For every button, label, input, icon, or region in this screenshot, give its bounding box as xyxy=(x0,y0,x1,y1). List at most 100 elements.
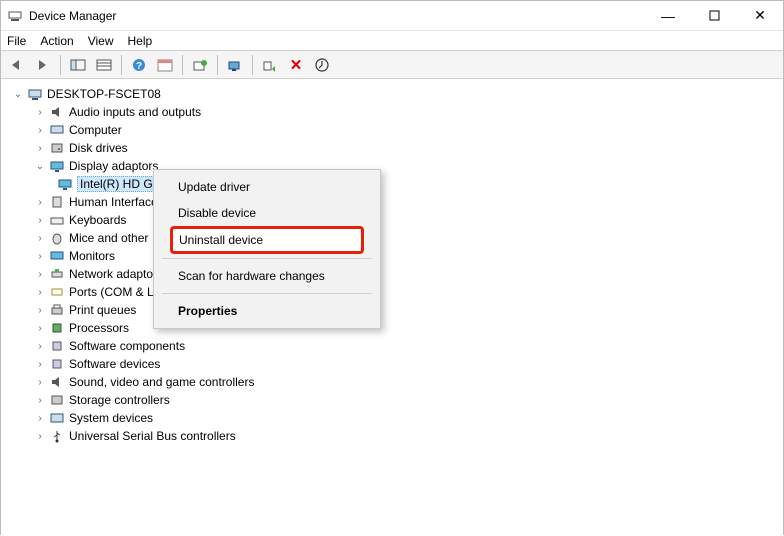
toolbar-separator xyxy=(217,55,218,75)
action-button[interactable] xyxy=(310,54,334,76)
maximize-button[interactable] xyxy=(691,1,737,31)
chevron-right-icon[interactable]: › xyxy=(33,141,47,155)
close-button[interactable]: ✕ xyxy=(737,1,783,31)
disable-device-button[interactable] xyxy=(258,54,282,76)
chevron-right-icon[interactable]: › xyxy=(33,285,47,299)
tree-item-software-components[interactable]: › Software components xyxy=(5,337,783,355)
tree-item-monitors[interactable]: › Monitors xyxy=(5,247,783,265)
tree-item-system-devices[interactable]: › System devices xyxy=(5,409,783,427)
back-button[interactable] xyxy=(5,54,29,76)
tree-item-label: Monitors xyxy=(69,249,115,263)
menu-bar: File Action View Help xyxy=(1,31,783,51)
tree-item-mice[interactable]: › Mice and other xyxy=(5,229,783,247)
ctx-properties[interactable]: Properties xyxy=(156,298,378,324)
tree-item-label: Sound, video and game controllers xyxy=(69,375,254,389)
component-icon xyxy=(49,356,65,372)
update-driver-button[interactable] xyxy=(223,54,247,76)
menu-help[interactable]: Help xyxy=(128,34,153,48)
tree-item-label: System devices xyxy=(69,411,153,425)
tree-item-label: Mice and other xyxy=(69,231,148,245)
monitor-icon xyxy=(57,176,73,192)
chevron-right-icon[interactable]: › xyxy=(33,195,47,209)
tree-item-label: Audio inputs and outputs xyxy=(69,105,201,119)
tree-item-network[interactable]: › Network adapto xyxy=(5,265,783,283)
chevron-right-icon[interactable]: › xyxy=(33,411,47,425)
tree-item-disk-drives[interactable]: › Disk drives xyxy=(5,139,783,157)
tree-item-label: Human Interface xyxy=(69,195,158,209)
ctx-update-driver[interactable]: Update driver xyxy=(156,174,378,200)
chevron-right-icon[interactable]: › xyxy=(33,123,47,137)
tree-item-print-queues[interactable]: › Print queues xyxy=(5,301,783,319)
tree-item-computer[interactable]: › Computer xyxy=(5,121,783,139)
tree-item-label: Storage controllers xyxy=(69,393,170,407)
chevron-right-icon[interactable]: › xyxy=(33,267,47,281)
tree-item-label: Network adapto xyxy=(69,267,153,281)
tree-item-usb[interactable]: › Universal Serial Bus controllers xyxy=(5,427,783,445)
chevron-right-icon[interactable]: › xyxy=(33,339,47,353)
tree-item-keyboards[interactable]: › Keyboards xyxy=(5,211,783,229)
svg-text:?: ? xyxy=(136,61,142,72)
chevron-right-icon[interactable]: › xyxy=(33,321,47,335)
menu-file[interactable]: File xyxy=(7,34,26,48)
tree-root[interactable]: ⌄ DESKTOP-FSCET08 xyxy=(5,85,783,103)
tree-item-sound[interactable]: › Sound, video and game controllers xyxy=(5,373,783,391)
tree-item-ports[interactable]: › Ports (COM & L xyxy=(5,283,783,301)
tree-item-label: Software devices xyxy=(69,357,160,371)
calendar-button[interactable] xyxy=(153,54,177,76)
tree-item-display-adaptors[interactable]: ⌄ Display adaptors xyxy=(5,157,783,175)
context-menu: Update driver Disable device Uninstall d… xyxy=(153,169,381,329)
show-hide-console-button[interactable] xyxy=(66,54,90,76)
properties-button[interactable] xyxy=(92,54,116,76)
chevron-right-icon[interactable]: › xyxy=(33,105,47,119)
tree-item-software-devices[interactable]: › Software devices xyxy=(5,355,783,373)
window-title: Device Manager xyxy=(29,9,116,23)
toolbar: ? ✕ xyxy=(1,51,783,79)
forward-button[interactable] xyxy=(31,54,55,76)
scan-hardware-button[interactable] xyxy=(188,54,212,76)
chevron-right-icon[interactable]: › xyxy=(33,393,47,407)
audio-icon xyxy=(49,374,65,390)
title-bar: Device Manager — ✕ xyxy=(1,1,783,31)
toolbar-separator xyxy=(252,55,253,75)
chevron-right-icon[interactable]: › xyxy=(33,213,47,227)
tree-root-label: DESKTOP-FSCET08 xyxy=(47,87,161,101)
ctx-disable-device[interactable]: Disable device xyxy=(156,200,378,226)
menu-action[interactable]: Action xyxy=(40,34,73,48)
ctx-uninstall-device[interactable]: Uninstall device xyxy=(170,226,364,254)
chevron-right-icon[interactable]: › xyxy=(33,249,47,263)
network-icon xyxy=(49,266,65,282)
monitor-icon xyxy=(49,158,65,174)
uninstall-device-button[interactable]: ✕ xyxy=(284,54,308,76)
chevron-right-icon[interactable]: › xyxy=(33,429,47,443)
printer-icon xyxy=(49,302,65,318)
chevron-right-icon[interactable]: › xyxy=(33,303,47,317)
ctx-scan-hardware[interactable]: Scan for hardware changes xyxy=(156,263,378,289)
component-icon xyxy=(49,338,65,354)
tree-item-processors[interactable]: › Processors xyxy=(5,319,783,337)
minimize-button[interactable]: — xyxy=(645,1,691,31)
tree-item-label: Print queues xyxy=(69,303,136,317)
tree-item-hid[interactable]: › Human Interface xyxy=(5,193,783,211)
window-controls: — ✕ xyxy=(645,1,783,31)
monitor-icon xyxy=(49,248,65,264)
help-button[interactable]: ? xyxy=(127,54,151,76)
menu-view[interactable]: View xyxy=(88,34,114,48)
device-manager-icon xyxy=(7,8,23,24)
toolbar-separator xyxy=(121,55,122,75)
chevron-down-icon[interactable]: ⌄ xyxy=(33,159,47,173)
port-icon xyxy=(49,284,65,300)
context-menu-separator xyxy=(162,293,372,294)
chevron-down-icon[interactable]: ⌄ xyxy=(11,87,25,101)
tree-item-storage[interactable]: › Storage controllers xyxy=(5,391,783,409)
tree-item-intel-hd-graphics[interactable]: Intel(R) HD Graphics 510 xyxy=(5,175,783,193)
chevron-right-icon[interactable]: › xyxy=(33,357,47,371)
disk-icon xyxy=(49,140,65,156)
storage-icon xyxy=(49,392,65,408)
toolbar-separator xyxy=(182,55,183,75)
chevron-right-icon[interactable]: › xyxy=(33,375,47,389)
chevron-right-icon[interactable]: › xyxy=(33,231,47,245)
tree-item-audio[interactable]: › Audio inputs and outputs xyxy=(5,103,783,121)
device-tree[interactable]: ⌄ DESKTOP-FSCET08 › Audio inputs and out… xyxy=(1,79,783,536)
tree-item-label: Processors xyxy=(69,321,129,335)
usb-icon xyxy=(49,428,65,444)
